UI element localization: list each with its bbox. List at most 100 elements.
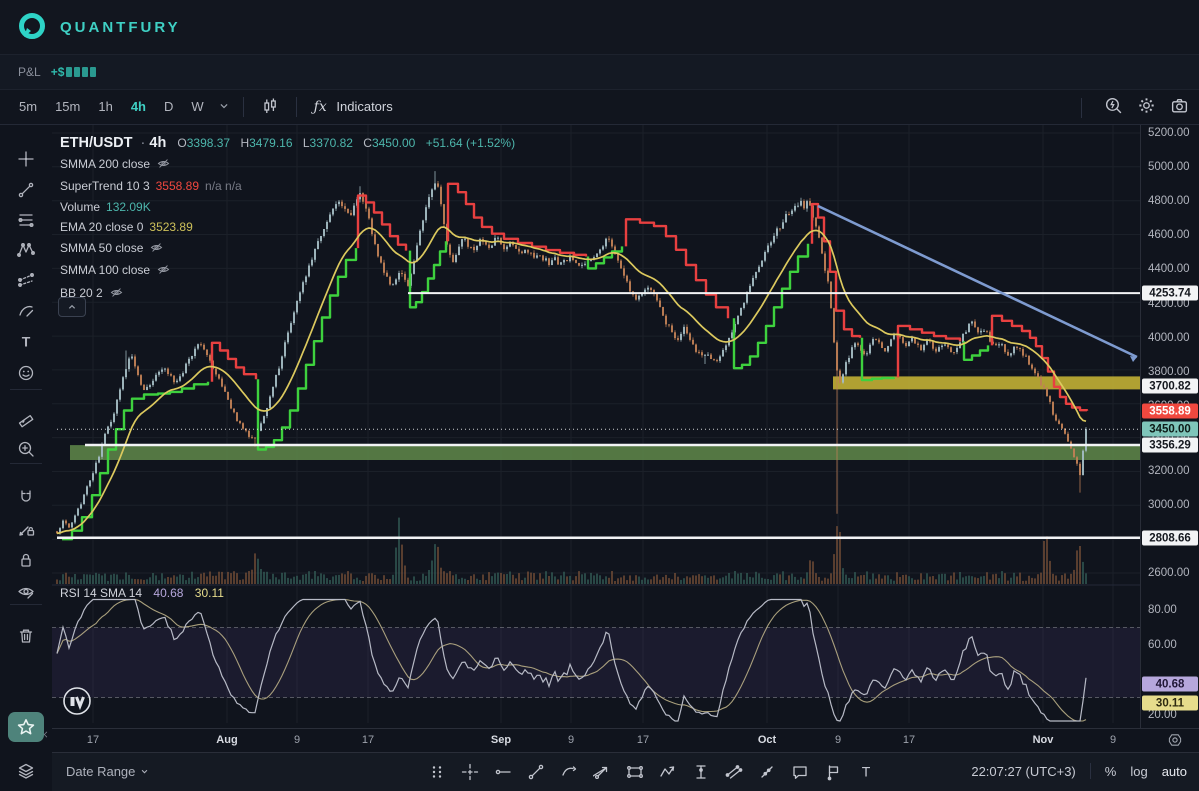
rail-divider: [10, 389, 42, 390]
chart-area[interactable]: ETH/USDT · 4h O3398.37 H3479.16 L3370.82…: [52, 125, 1140, 728]
support-zone: [70, 445, 1140, 460]
date-range-button[interactable]: Date Range: [66, 764, 150, 779]
time-tick: 9: [1109, 734, 1117, 746]
legend-row[interactable]: SMMA 50 close: [60, 238, 515, 261]
price-tick: 3800.00: [1148, 366, 1190, 378]
eyehide-icon[interactable]: [17, 583, 35, 601]
comment-tool-icon[interactable]: [783, 758, 816, 786]
bottom-toolbar: Date Range T 22:07:27 (UTC+3) % log auto: [52, 752, 1199, 791]
svg-text:T: T: [861, 764, 870, 780]
tradingview-logo-icon[interactable]: [62, 686, 92, 716]
legend-row[interactable]: SMMA 200 close: [60, 154, 515, 177]
pin-flag-tool-icon[interactable]: [816, 758, 849, 786]
time-tick: Sep: [490, 734, 512, 746]
eye-hidden-icon[interactable]: [110, 285, 123, 306]
price-tick: 60.00: [1148, 639, 1177, 651]
legend-row[interactable]: SMMA 100 close: [60, 260, 515, 283]
legend-row[interactable]: SuperTrend 10 3 3558.89 n/a n/a: [60, 176, 515, 197]
supertrend-up: [62, 381, 210, 541]
time-tick: Aug: [216, 734, 238, 746]
flash-search-icon[interactable]: [1104, 96, 1123, 120]
supertrend-up: [732, 243, 810, 370]
chevron-down-icon[interactable]: [213, 95, 235, 120]
rsi-legend[interactable]: RSI 14 SMA 14 40.68 30.11: [60, 586, 224, 600]
drag-handle-tool-icon[interactable]: [420, 758, 453, 786]
price-axis[interactable]: 5200.00 5000.00 4800.00 4600.00 4400.00 4200.…: [1140, 125, 1199, 728]
arrow-tool-icon[interactable]: [585, 758, 618, 786]
time-axis[interactable]: 17 Aug 9 17 Sep 9 17 Oct 9 17 Nov 9: [52, 728, 1199, 753]
crosshair-icon[interactable]: [17, 150, 35, 168]
parallel-channel-tool-icon[interactable]: [717, 758, 750, 786]
rail-collapse-chevron[interactable]: [40, 727, 52, 739]
price-range-tool-icon[interactable]: [684, 758, 717, 786]
change-label: +51.64 (+1.52%): [425, 136, 516, 150]
log-scale-button[interactable]: log: [1130, 764, 1147, 779]
ruler-icon[interactable]: [17, 412, 35, 430]
legend-row[interactable]: BB 20 2: [60, 283, 515, 306]
trend-line-tool-icon[interactable]: [519, 758, 552, 786]
supertrend-up: [962, 341, 990, 361]
forecast-icon[interactable]: [17, 271, 35, 289]
text-tool-icon[interactable]: T: [849, 758, 882, 786]
emoji-icon[interactable]: [17, 364, 35, 382]
legend-row[interactable]: EMA 20 close 0 3523.89: [60, 217, 515, 238]
timeframe-D[interactable]: D: [155, 95, 182, 118]
horizontal-ray-tool-icon[interactable]: [486, 758, 519, 786]
symbol-row[interactable]: ETH/USDT · 4h O3398.37 H3479.16 L3370.82…: [60, 133, 515, 154]
object-tree-layers-icon[interactable]: [17, 762, 35, 780]
eye-hidden-icon[interactable]: [150, 240, 163, 261]
zoomin-icon[interactable]: [17, 440, 35, 458]
marker-tool-icon[interactable]: [750, 758, 783, 786]
price-label-badge: 3700.82: [1142, 378, 1198, 394]
lock-icon[interactable]: [17, 551, 35, 569]
brush-icon[interactable]: [17, 302, 35, 320]
rectangle-tool-icon[interactable]: [618, 758, 651, 786]
polyline-tool-icon[interactable]: [651, 758, 684, 786]
candle-style-icon[interactable]: [252, 93, 288, 122]
eye-hidden-icon[interactable]: [157, 156, 170, 177]
price-tick: 3200.00: [1148, 465, 1190, 477]
time-tick: 9: [293, 734, 301, 746]
timeframe-15m[interactable]: 15m: [46, 95, 89, 118]
auto-scale-button[interactable]: auto: [1162, 764, 1187, 779]
price-label-badge: 3356.29: [1142, 437, 1198, 453]
time-tick: 17: [361, 734, 375, 746]
price-label-badge: 3450.00: [1142, 421, 1198, 437]
trendline-icon[interactable]: [17, 181, 35, 199]
session-clock-icon[interactable]: [1167, 732, 1183, 751]
price-label-badge: 2808.66: [1142, 530, 1198, 546]
editlock-icon[interactable]: [17, 520, 35, 538]
magnet-icon[interactable]: [17, 488, 35, 506]
legend-row[interactable]: Volume 132.09K: [60, 197, 515, 218]
drawing-tools-rail: T: [0, 125, 53, 791]
price-tick: 5200.00: [1148, 127, 1190, 139]
timeframe-W[interactable]: W: [182, 95, 212, 118]
price-tick: 80.00: [1148, 604, 1177, 616]
time-tick: 17: [636, 734, 650, 746]
fib-icon[interactable]: [17, 211, 35, 229]
rail-divider: [10, 463, 42, 464]
xabcd-icon[interactable]: [17, 241, 35, 259]
rsi-value: 40.68: [153, 586, 184, 600]
texttool-icon[interactable]: T: [17, 333, 35, 351]
pen-curve-tool-icon[interactable]: [552, 758, 585, 786]
trash-icon[interactable]: [17, 627, 35, 645]
crosshair-dashed-tool-icon[interactable]: [453, 758, 486, 786]
camera-icon[interactable]: [1170, 96, 1189, 120]
price-label-badge: 40.68: [1142, 676, 1198, 692]
price-tick: 5000.00: [1148, 161, 1190, 173]
legend-collapse-button[interactable]: [58, 297, 86, 317]
favorites-star-button[interactable]: [8, 712, 44, 742]
timeframe-4h[interactable]: 4h: [122, 95, 155, 118]
eye-hidden-icon[interactable]: [157, 262, 170, 283]
price-label-badge: 30.11: [1142, 695, 1198, 711]
timeframe-1h[interactable]: 1h: [89, 95, 121, 118]
indicators-button[interactable]: ƒx Indicators: [305, 95, 402, 119]
time-tick: Nov: [1032, 734, 1054, 746]
clock-label: 22:07:27 (UTC+3): [971, 763, 1076, 779]
settings-gear-icon[interactable]: [1137, 96, 1156, 120]
quantfury-logo-icon[interactable]: [16, 11, 48, 43]
chart-toolbar: 5m 15m 1h 4h D W ƒx Indicators: [0, 90, 1199, 125]
percent-scale-button[interactable]: %: [1105, 764, 1117, 779]
timeframe-5m[interactable]: 5m: [10, 95, 46, 118]
